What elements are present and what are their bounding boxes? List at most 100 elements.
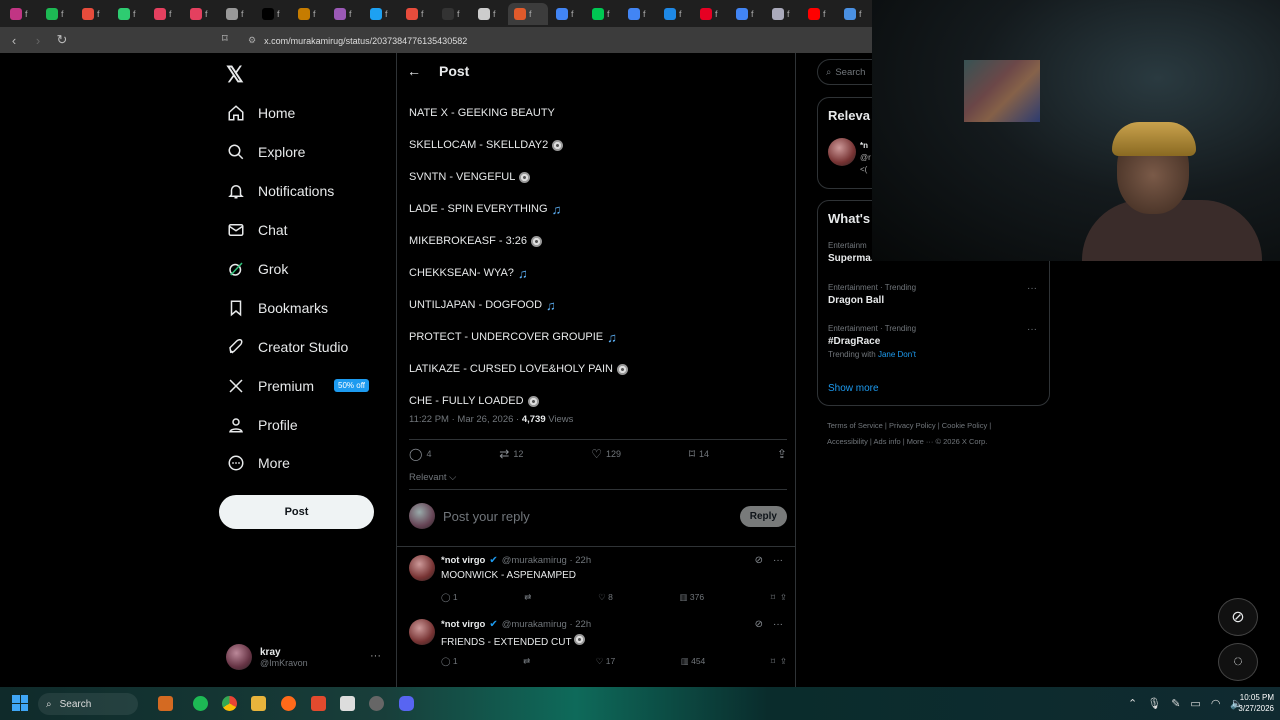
grok-icon[interactable]: ⊘: [755, 619, 763, 630]
more-dots-icon[interactable]: ···: [773, 555, 783, 566]
discord-icon[interactable]: [399, 696, 414, 711]
browser-tab[interactable]: f: [256, 3, 290, 25]
bookmark-action[interactable]: ⌑ 14: [689, 447, 709, 461]
grok-fab-icon[interactable]: ⊘: [1218, 598, 1258, 636]
browser-tab[interactable]: f: [328, 3, 362, 25]
nav-creator-studio[interactable]: Creator Studio: [224, 327, 369, 366]
reply-author-name[interactable]: *not virgo: [441, 555, 485, 566]
app-icon[interactable]: [311, 696, 326, 711]
bookmark-page-icon[interactable]: ⌑: [222, 32, 228, 45]
trend-context-link[interactable]: Jane Don't: [878, 350, 916, 359]
repost-icon[interactable]: ⇄: [524, 592, 531, 603]
trend-item[interactable]: Entertainment · Trending Dragon Ball ···: [828, 283, 1043, 306]
nav-premium[interactable]: Premium 50% off: [224, 366, 369, 405]
like-action[interactable]: ♡ 17: [596, 656, 615, 667]
back-arrow-icon[interactable]: ←: [407, 63, 421, 79]
reply-action[interactable]: ◯ 4: [409, 447, 431, 461]
views-action[interactable]: ▥ 454: [681, 656, 706, 667]
browser-tab[interactable]: f: [658, 3, 692, 25]
browser-tab[interactable]: f: [802, 3, 836, 25]
browser-tab[interactable]: f: [838, 3, 872, 25]
more-dots-icon[interactable]: ···: [1027, 283, 1037, 294]
reload-icon[interactable]: ↻: [52, 32, 72, 48]
footer-line[interactable]: Terms of Service | Privacy Policy | Cook…: [827, 418, 1027, 434]
browser-tab[interactable]: f: [400, 3, 434, 25]
views-action[interactable]: ▥ 376: [679, 592, 704, 603]
reply-handle[interactable]: @murakamirug · 22h: [502, 555, 591, 566]
nav-bookmarks[interactable]: Bookmarks: [224, 288, 369, 327]
avatar[interactable]: [409, 619, 435, 645]
reply-input[interactable]: Post your reply: [443, 509, 740, 524]
browser-tab[interactable]: f: [4, 3, 38, 25]
windows-start-icon[interactable]: [12, 695, 28, 711]
relevant-person-info[interactable]: *n @r <(: [860, 140, 871, 176]
mic-icon[interactable]: 🎙: [1147, 697, 1161, 710]
display-icon[interactable]: ▭: [1190, 697, 1200, 710]
browser-tab[interactable]: f: [220, 3, 254, 25]
browser-tab[interactable]: f: [436, 3, 470, 25]
back-nav-icon[interactable]: ‹: [4, 33, 24, 48]
folder-icon[interactable]: [251, 696, 266, 711]
browser-tab[interactable]: f: [472, 3, 506, 25]
browser-tab[interactable]: f: [76, 3, 110, 25]
grok-icon[interactable]: ⊘: [755, 555, 763, 566]
like-action[interactable]: ♡ 8: [598, 592, 613, 603]
nav-profile[interactable]: Profile: [224, 405, 369, 444]
browser-tab[interactable]: f: [622, 3, 656, 25]
browser-tab[interactable]: f: [292, 3, 326, 25]
reply-action[interactable]: ◯ 1: [441, 592, 458, 603]
chrome-icon[interactable]: [222, 696, 237, 711]
avatar[interactable]: [828, 138, 856, 166]
nav-grok[interactable]: Grok: [224, 250, 369, 289]
browser-tab[interactable]: f: [184, 3, 218, 25]
reply-action[interactable]: ◯ 1: [441, 656, 458, 667]
nav-chat[interactable]: Chat: [224, 211, 369, 250]
avatar[interactable]: [409, 555, 435, 581]
share-action[interactable]: ⇪: [777, 447, 787, 461]
more-dots-icon[interactable]: ···: [773, 619, 783, 630]
show-more-link[interactable]: Show more: [828, 383, 879, 394]
taskbar-search[interactable]: ⌕ Search: [38, 693, 138, 715]
search-input[interactable]: ⌕ Search: [817, 59, 877, 85]
browser-icon[interactable]: [281, 696, 296, 711]
reply-author-name[interactable]: *not virgo: [441, 619, 485, 630]
repost-icon[interactable]: ⇄: [523, 656, 530, 667]
site-info-icon[interactable]: ⚙: [248, 35, 256, 46]
nav-more[interactable]: More: [224, 444, 369, 483]
reply-handle[interactable]: @murakamirug · 22h: [502, 619, 591, 630]
x-logo[interactable]: 𝕏: [226, 62, 244, 88]
url-field[interactable]: ⚙ x.com/murakamirug/status/2037384776135…: [248, 32, 868, 49]
browser-tab[interactable]: f: [112, 3, 146, 25]
repost-action[interactable]: ⇄ 12: [499, 447, 523, 461]
footer-line[interactable]: Accessibility | Ads info | More ··· © 20…: [827, 434, 1027, 450]
pen-icon[interactable]: ✎: [1171, 697, 1180, 710]
browser-tab[interactable]: f: [40, 3, 74, 25]
nav-explore[interactable]: Explore: [224, 133, 369, 172]
browser-tab[interactable]: f: [148, 3, 182, 25]
nav-home[interactable]: Home: [224, 94, 369, 133]
browser-tab[interactable]: f: [550, 3, 584, 25]
more-dots-icon[interactable]: ···: [1027, 324, 1037, 335]
app-icon[interactable]: [158, 696, 173, 711]
browser-tab[interactable]: f: [730, 3, 764, 25]
browser-tab[interactable]: f: [508, 2, 548, 25]
forward-nav-icon[interactable]: ›: [28, 33, 48, 48]
more-dots-icon[interactable]: ···: [370, 650, 381, 662]
bookmark-share[interactable]: ⌑ ⇪: [771, 592, 787, 603]
taskbar-clock[interactable]: 10:05 PM 3/27/2026: [1228, 692, 1274, 714]
trend-item[interactable]: Entertainment · Trending #DragRace Trend…: [828, 324, 1043, 359]
browser-tab[interactable]: f: [694, 3, 728, 25]
bookmark-share[interactable]: ⌑ ⇪: [771, 656, 787, 667]
account-switcher[interactable]: kray @ImKravon ···: [226, 644, 386, 670]
sort-replies-dropdown[interactable]: Relevant ⌵: [409, 472, 456, 483]
post-timestamp[interactable]: 11:22 PM · Mar 26, 2026 ·: [409, 414, 522, 425]
chevron-up-icon[interactable]: ⌃: [1128, 697, 1137, 710]
reply-button[interactable]: Reply: [739, 505, 787, 527]
browser-tab[interactable]: f: [586, 3, 620, 25]
post-button[interactable]: Post: [219, 495, 374, 529]
spotify-icon[interactable]: [193, 696, 208, 711]
wifi-icon[interactable]: ◠: [1211, 697, 1221, 710]
browser-tab[interactable]: f: [364, 3, 398, 25]
nav-notifications[interactable]: Notifications: [224, 172, 369, 211]
chat-fab-icon[interactable]: ◌: [1218, 643, 1258, 681]
